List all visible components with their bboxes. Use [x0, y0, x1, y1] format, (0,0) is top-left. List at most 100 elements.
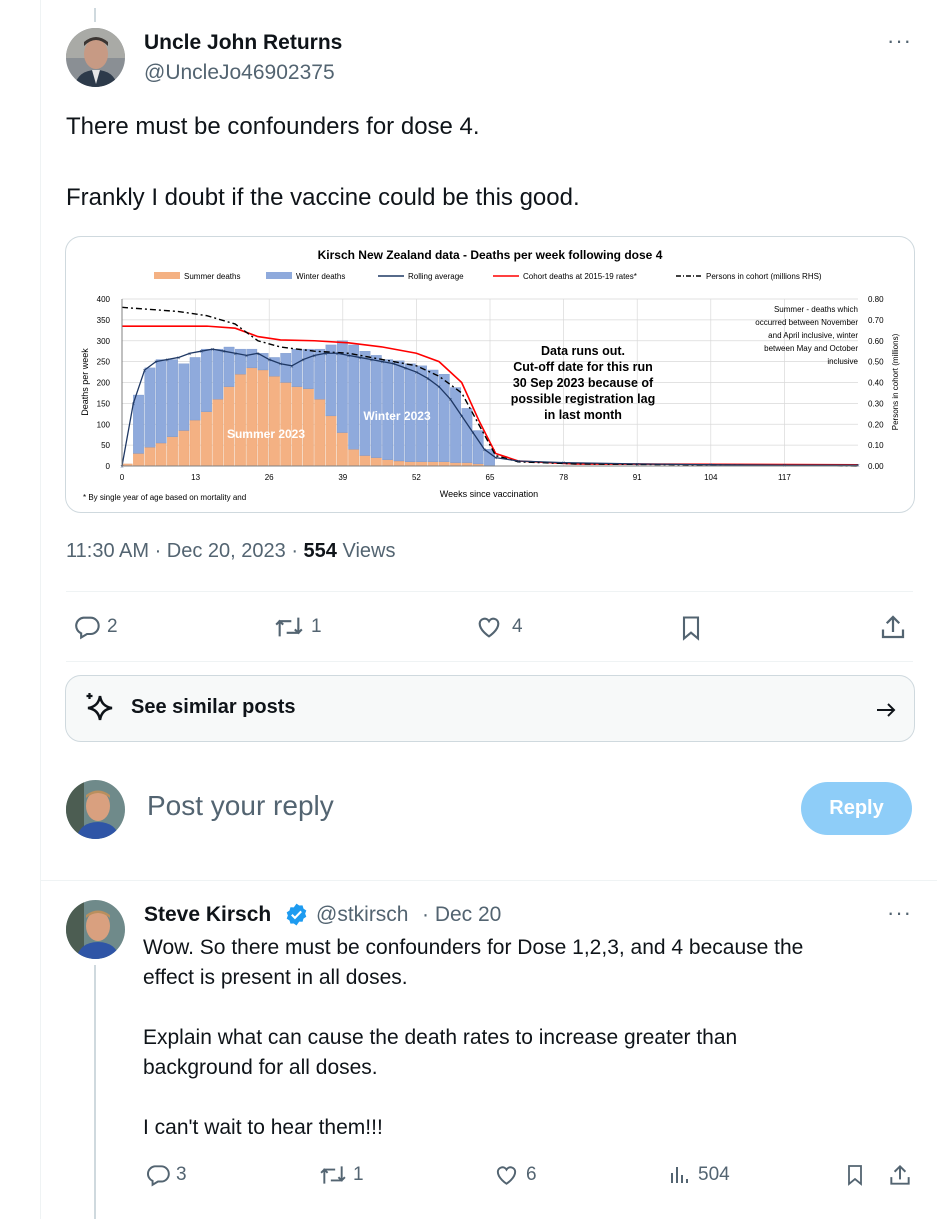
current-user-avatar[interactable]: [66, 780, 125, 839]
chart-point-rolling: ×: [154, 360, 158, 366]
chart-note-line: between May and October: [764, 344, 858, 353]
chart-bar-summer: [235, 373, 246, 467]
chart-annotation-line: in last month: [544, 408, 622, 422]
reply-icon: [75, 616, 100, 640]
chart-bar-summer: [438, 461, 450, 467]
chart-point-rolling: ×: [301, 358, 305, 364]
chart-point-rolling: ×: [166, 358, 170, 364]
chart-note-line: inclusive: [827, 357, 858, 366]
chart-y2tick-label: 0.70: [868, 316, 884, 325]
chart-point-rolling: ×: [177, 356, 181, 362]
chart-point-rolling: ×: [358, 356, 362, 362]
chart-ylabel: Deaths per week: [80, 348, 90, 416]
chart-point-rolling: ×: [267, 358, 271, 364]
chart-y2tick-label: 0.10: [868, 441, 884, 450]
chart-bar-winter: [167, 359, 178, 437]
chart-bar-summer: [314, 399, 326, 467]
chart-point-rolling: ×: [426, 377, 430, 383]
chart-legend-label: Cohort deaths at 2015-19 rates*: [523, 272, 637, 281]
chart-point-rolling: ×: [635, 462, 639, 468]
share-icon: [881, 615, 905, 639]
chart-annotation-line: 30 Sep 2023 because of: [513, 376, 654, 390]
reply-author-avatar[interactable]: [66, 900, 125, 959]
chart-ytick-label: 250: [97, 358, 111, 367]
chart-point-rolling: ×: [381, 360, 385, 366]
chart-xtick-label: 91: [633, 473, 642, 482]
chart-xtick-label: 26: [265, 473, 274, 482]
chart-ytick-label: 150: [97, 399, 111, 408]
tweet-text-line-1: There must be confounders for dose 4.: [66, 113, 480, 140]
chart-annotation-line: possible registration lag: [511, 392, 655, 406]
chart-bar-summer: [404, 461, 416, 467]
thread-line-bottom: [94, 965, 96, 1219]
chart-point-rolling: ×: [449, 398, 453, 404]
chart-annotation-line: Cut-off date for this run: [513, 360, 653, 374]
reply-text-line-3: Explain what can cause the death rates t…: [143, 1026, 738, 1049]
reply-repost-action-button[interactable]: 1: [318, 1162, 364, 1188]
chart-bar-summer: [167, 436, 178, 467]
repost-count: 1: [311, 616, 322, 637]
chart-ytick-label: 50: [101, 441, 110, 450]
tweet-timestamp[interactable]: 11:30 AM · Dec 20, 2023 ·: [66, 540, 304, 562]
tweet-media-chart[interactable]: Kirsch New Zealand data - Deaths per wee…: [65, 236, 915, 513]
chart-legend-label: Persons in cohort (millions RHS): [706, 272, 822, 281]
chart-ytick-label: 300: [97, 337, 111, 346]
like-action-button[interactable]: 4: [474, 613, 523, 641]
chart-y2tick-label: 0.60: [868, 337, 884, 346]
reply-more-options-icon[interactable]: ···: [887, 900, 912, 926]
chart-summer-label: Summer 2023: [227, 427, 305, 441]
chart-winter-label: Winter 2023: [363, 409, 431, 423]
chart-point-rolling: ×: [517, 459, 521, 465]
chart-bar-summer: [348, 449, 360, 467]
reply-author-handle[interactable]: @stkirsch: [316, 903, 409, 927]
chart-annotation-line: Data runs out.: [541, 344, 625, 358]
chart-bar-summer: [201, 411, 212, 467]
chart-point-rolling: ×: [403, 366, 407, 372]
chart-point-rolling: ×: [347, 354, 351, 360]
chart-legend-label: Rolling average: [408, 272, 464, 281]
reply-like-action-button[interactable]: 6: [493, 1162, 537, 1188]
chart-y2tick-label: 0.40: [868, 379, 884, 388]
chart-point-rolling: ×: [211, 348, 215, 354]
reply-input[interactable]: Post your reply: [147, 790, 334, 822]
bookmark-action-button[interactable]: [677, 613, 705, 643]
author-name[interactable]: Uncle John Returns: [144, 31, 342, 55]
author-avatar[interactable]: [66, 28, 125, 87]
chart-bar-winter: [178, 363, 190, 431]
see-similar-posts-button[interactable]: See similar posts: [65, 675, 915, 742]
reply-submit-button[interactable]: Reply: [801, 782, 912, 835]
chart-y2tick-label: 0.50: [868, 358, 884, 367]
chart-ytick-label: 100: [97, 420, 111, 429]
more-options-icon[interactable]: ···: [887, 28, 912, 54]
chart-note-line: and April inclusive, winter: [768, 331, 858, 340]
reply-views-action-button[interactable]: 504: [668, 1162, 730, 1188]
reply-share-action-button[interactable]: [887, 1161, 913, 1189]
reply-bookmark-action-button[interactable]: [843, 1161, 867, 1189]
author-handle[interactable]: @UncleJo46902375: [144, 61, 335, 85]
chart-bar-summer: [336, 432, 348, 467]
chart-legend-swatch: [266, 272, 292, 279]
reply-date[interactable]: · Dec 20: [422, 903, 501, 927]
chart-point-rolling: ×: [200, 350, 204, 356]
chart-point-rolling: ×: [132, 402, 136, 408]
reply-reply-action-button[interactable]: 3: [145, 1162, 187, 1188]
chart-note-line: Summer - deaths which: [774, 305, 858, 314]
chart-point-rolling: ×: [783, 464, 787, 470]
chart-bar-summer: [269, 376, 280, 467]
chart-point-rolling: ×: [143, 368, 147, 374]
heart-icon: [478, 617, 500, 638]
reply-action-button[interactable]: 2: [73, 613, 118, 641]
chart-bar-winter: [359, 351, 371, 456]
chart-bar-summer: [461, 462, 473, 467]
chart-bar-winter: [144, 367, 156, 448]
reply-author-name[interactable]: Steve Kirsch: [144, 903, 271, 927]
chart-data-runs-out-note: Data runs out. Cut-off date for this run 3…: [511, 344, 655, 422]
chart-bar-winter: [155, 359, 167, 444]
reply-text-line-4: background for all doses.: [143, 1056, 378, 1079]
share-action-button[interactable]: [878, 612, 908, 642]
chart-ytick-label: 350: [97, 316, 111, 325]
chart-point-rolling: ×: [856, 464, 860, 470]
chart-bar-summer: [416, 461, 427, 467]
repost-action-button[interactable]: 1: [273, 613, 322, 641]
tweet-meta: 11:30 AM · Dec 20, 2023 · 554 Views: [66, 540, 395, 563]
